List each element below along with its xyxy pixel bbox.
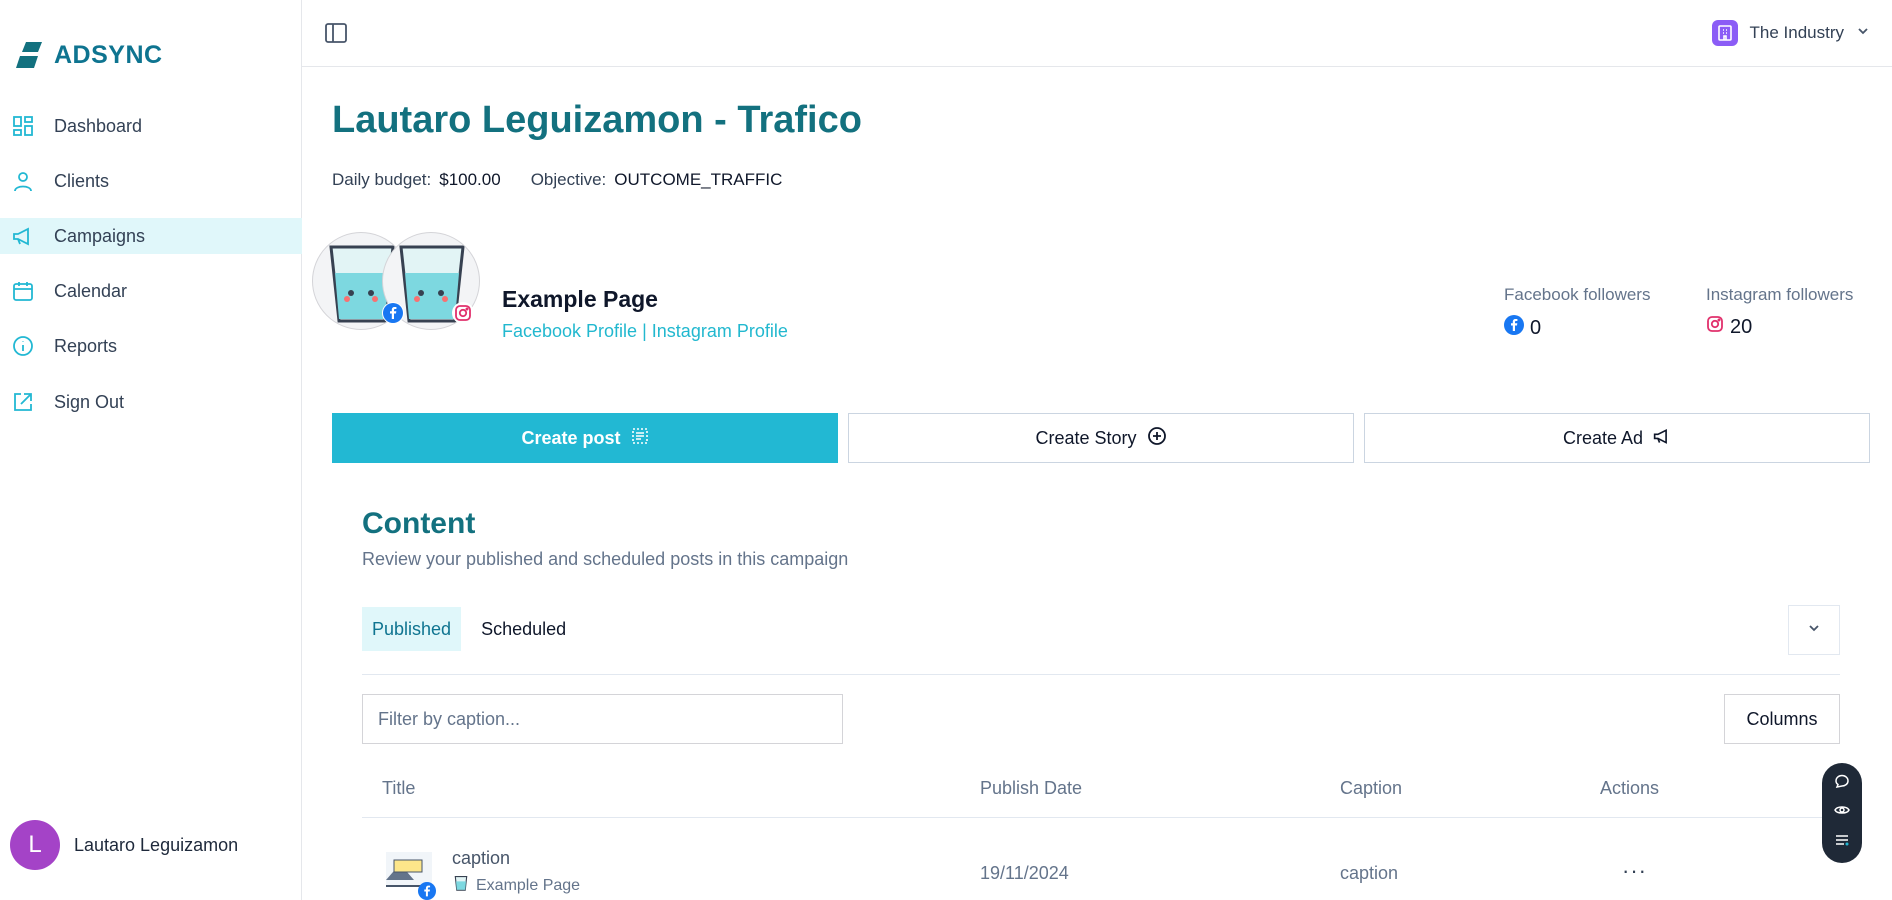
organization-name: The Industry bbox=[1749, 23, 1845, 42]
link-separator: | bbox=[642, 321, 647, 341]
header-publish-date[interactable]: Publish Date bbox=[980, 778, 1082, 799]
user-name: Lautaro Leguizamon bbox=[74, 834, 239, 855]
daily-budget-label: Daily budget: bbox=[332, 170, 432, 189]
organization-switcher[interactable]: The Industry bbox=[1711, 20, 1871, 46]
more-actions-icon[interactable]: ··· bbox=[1622, 858, 1647, 884]
content-title: Content bbox=[362, 507, 476, 540]
objective-value: OUTCOME_TRAFFIC bbox=[614, 170, 783, 189]
instagram-profile-link[interactable]: Instagram Profile bbox=[652, 321, 788, 341]
sidebar-item-dashboard[interactable]: Dashboard bbox=[0, 108, 302, 144]
page-avatar-icon bbox=[452, 874, 470, 897]
post-list-icon bbox=[631, 427, 649, 450]
page-links: Facebook Profile | Instagram Profile bbox=[502, 321, 788, 342]
sidebar-nav: Dashboard Clients Campaigns Calendar Rep… bbox=[0, 108, 302, 439]
objective-label: Objective: bbox=[530, 170, 607, 189]
external-link-icon bbox=[12, 391, 34, 413]
sidebar-toggle-icon[interactable] bbox=[324, 21, 348, 45]
brand-name: ADSYNC bbox=[54, 40, 163, 69]
sidebar-item-campaigns[interactable]: Campaigns bbox=[0, 218, 302, 254]
facebook-icon bbox=[382, 302, 404, 324]
sidebar-item-reports[interactable]: Reports bbox=[0, 328, 302, 364]
page-name: Example Page bbox=[502, 286, 658, 312]
content-subtitle: Review your published and scheduled post… bbox=[362, 549, 849, 569]
info-icon bbox=[12, 335, 34, 357]
megaphone-icon bbox=[12, 225, 34, 247]
instagram-followers-count: 20 bbox=[1730, 315, 1753, 338]
create-story-button[interactable]: Create Story bbox=[848, 413, 1354, 463]
avatar: L bbox=[10, 820, 60, 870]
tab-scheduled[interactable]: Scheduled bbox=[471, 607, 576, 651]
create-ad-button[interactable]: Create Ad bbox=[1364, 413, 1870, 463]
chevron-down-icon bbox=[1856, 24, 1870, 43]
facebook-icon bbox=[418, 882, 436, 900]
megaphone-icon bbox=[1653, 427, 1671, 450]
calendar-icon bbox=[12, 280, 34, 302]
create-post-button[interactable]: Create post bbox=[332, 413, 838, 463]
floating-toolbar bbox=[1822, 763, 1862, 863]
dashboard-icon bbox=[12, 115, 34, 137]
facebook-icon bbox=[1504, 315, 1524, 341]
chevron-down-icon bbox=[1807, 621, 1821, 640]
instagram-icon bbox=[452, 302, 474, 324]
sidebar-item-calendar[interactable]: Calendar bbox=[0, 273, 302, 309]
user-icon bbox=[12, 170, 34, 192]
action-buttons: Create post Create Story Create Ad bbox=[332, 413, 1870, 463]
building-icon bbox=[1711, 20, 1738, 46]
facebook-followers-label: Facebook followers bbox=[1504, 285, 1651, 304]
header-caption[interactable]: Caption bbox=[1340, 778, 1402, 799]
list-icon[interactable] bbox=[1834, 832, 1850, 853]
topbar: The Industry bbox=[302, 0, 1892, 67]
daily-budget-value: $100.00 bbox=[439, 170, 501, 189]
sidebar-item-label: Campaigns bbox=[54, 225, 146, 246]
tab-published[interactable]: Published bbox=[362, 607, 462, 651]
header-actions: Actions bbox=[1600, 778, 1660, 798]
instagram-followers-label: Instagram followers bbox=[1706, 285, 1854, 304]
daily-budget: Daily budget: $100.00 bbox=[332, 170, 501, 190]
table-row[interactable]: caption Example Page 19/11/2024 caption … bbox=[362, 818, 1840, 900]
create-ad-label: Create Ad bbox=[1562, 427, 1644, 448]
comment-icon[interactable] bbox=[1834, 773, 1850, 794]
adsync-logo-icon bbox=[16, 42, 42, 68]
eye-icon[interactable] bbox=[1834, 802, 1850, 823]
objective: Objective: OUTCOME_TRAFFIC bbox=[531, 170, 783, 190]
campaign-meta: Daily budget: $100.00 Objective: OUTCOME_T… bbox=[332, 170, 782, 190]
divider bbox=[362, 674, 1840, 675]
create-story-label: Create Story bbox=[1035, 427, 1137, 448]
instagram-followers-value: 20 bbox=[1706, 315, 1853, 339]
create-post-label: Create post bbox=[521, 427, 621, 448]
sidebar-item-label: Dashboard bbox=[54, 115, 143, 136]
sign-out-button[interactable]: Sign Out bbox=[0, 384, 302, 420]
sign-out-label: Sign Out bbox=[54, 391, 125, 412]
page-avatars bbox=[312, 232, 482, 337]
plus-circle-icon bbox=[1147, 426, 1167, 451]
caption-filter-input[interactable] bbox=[362, 694, 843, 744]
table-header: Title Publish Date Caption Actions bbox=[362, 760, 1840, 818]
post-page: Example Page bbox=[452, 874, 580, 897]
post-title: caption bbox=[452, 848, 511, 868]
instagram-followers: Instagram followers 20 bbox=[1706, 285, 1853, 339]
logo[interactable]: ADSYNC bbox=[16, 40, 163, 70]
header-title[interactable]: Title bbox=[382, 778, 415, 799]
publish-date: 19/11/2024 bbox=[980, 863, 1069, 883]
sidebar-item-clients[interactable]: Clients bbox=[0, 163, 302, 199]
sidebar-item-label: Reports bbox=[54, 335, 118, 356]
post-caption: caption bbox=[1340, 863, 1399, 883]
facebook-profile-link[interactable]: Facebook Profile bbox=[502, 321, 637, 341]
columns-button[interactable]: Columns bbox=[1724, 694, 1840, 744]
facebook-followers: Facebook followers 0 bbox=[1504, 285, 1650, 341]
content-section: Content Review your published and schedu… bbox=[362, 507, 1840, 900]
user-profile[interactable]: L Lautaro Leguizamon bbox=[10, 820, 238, 870]
sidebar: ADSYNC Dashboard Clients Campaigns Calen… bbox=[0, 0, 302, 900]
page-title: Lautaro Leguizamon - Trafico bbox=[332, 99, 862, 141]
sidebar-item-label: Clients bbox=[54, 170, 110, 191]
post-page-name: Example Page bbox=[476, 876, 581, 894]
content-tabs: Published Scheduled bbox=[362, 607, 576, 651]
collapse-button[interactable] bbox=[1788, 605, 1840, 655]
sidebar-item-label: Calendar bbox=[54, 280, 128, 301]
facebook-followers-value: 0 bbox=[1504, 315, 1650, 341]
facebook-followers-count: 0 bbox=[1530, 316, 1542, 339]
instagram-icon bbox=[1706, 315, 1724, 339]
